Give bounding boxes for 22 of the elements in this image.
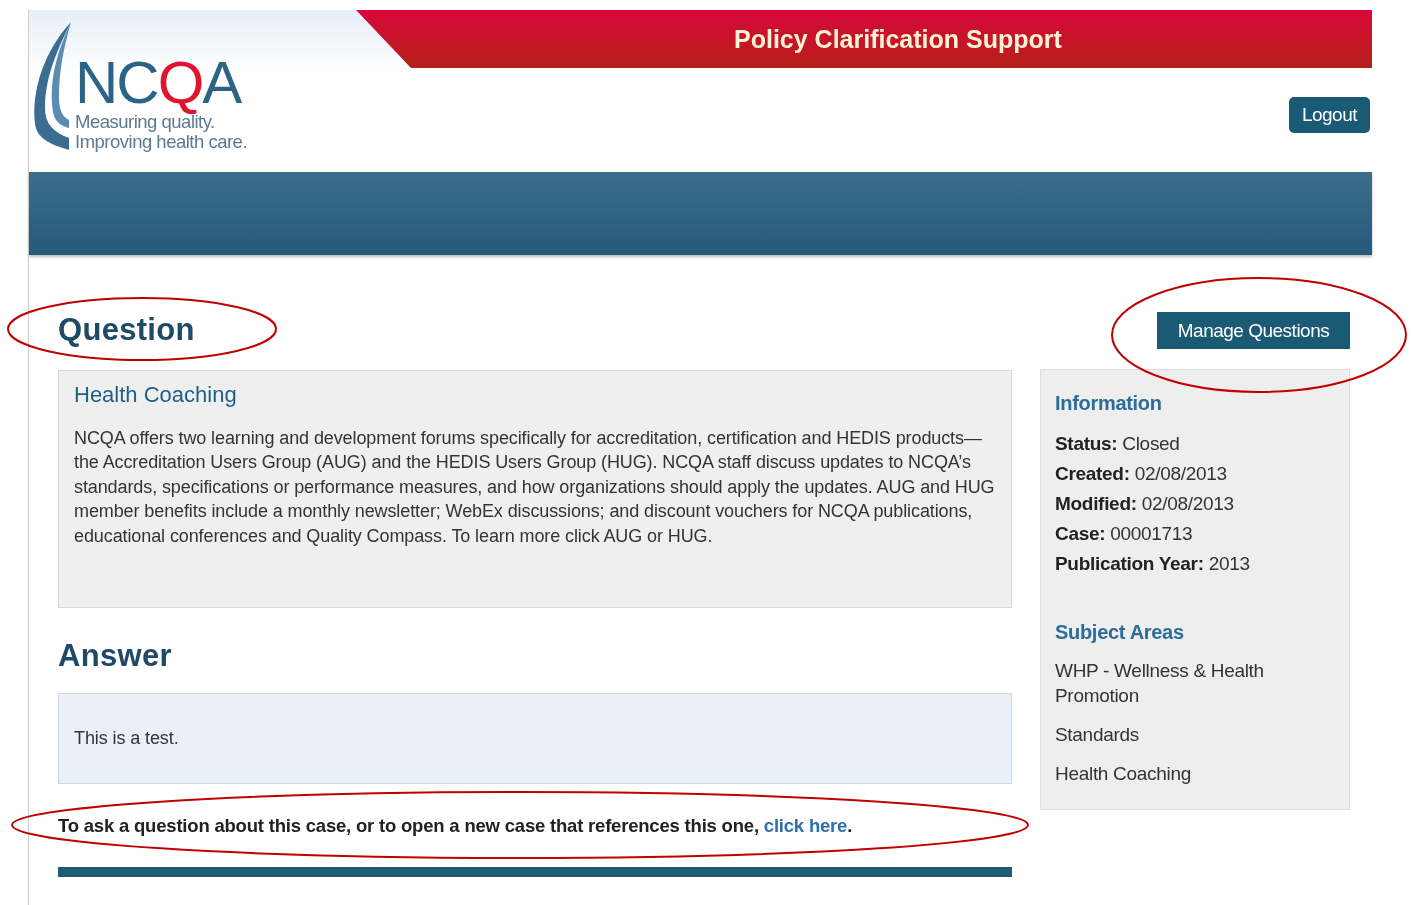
subject-area: Health Coaching bbox=[1055, 761, 1295, 786]
click-here-link[interactable]: click here bbox=[763, 815, 848, 836]
panel-heading: Information bbox=[1055, 392, 1163, 415]
subject-area: Standards bbox=[1055, 722, 1295, 747]
section-heading: Answer bbox=[58, 638, 172, 675]
info-field: Status: Closed bbox=[1055, 429, 1335, 459]
subject-area: WHP - Wellness & Health Promotion bbox=[1055, 658, 1295, 708]
follow-up-note: To ask a question about this case, or to open a new case that references this one, click here. bbox=[58, 815, 854, 837]
answer-text: This is a test. bbox=[74, 727, 179, 751]
logout-button[interactable]: Logout bbox=[1288, 97, 1370, 133]
info-field: Modified: 02/08/2013 bbox=[1055, 489, 1335, 519]
site-title: Policy Clarification Support bbox=[734, 24, 1062, 54]
info-field: Case: 00001713 bbox=[1055, 519, 1335, 549]
info-field: Publication Year: 2013 bbox=[1055, 549, 1335, 579]
question-text: NCQA offers two learning and development forums specifically for accreditation, certification and HEDIS products—the Accreditation Users Group (AUG) and the HEDIS Users Group (HUG). NCQA staff discuss updates to NCQA’s standards, specifications or performance measures, and how organizations should apply the updates. AUG and HUG member benefits include a monthly newsletter; WebEx discussions; and discount vouchers for NCQA publications, educational conferences and Quality Compass. To learn more click AUG or HUG. bbox=[74, 427, 996, 548]
section-heading: Question bbox=[58, 312, 195, 349]
info-field: Created: 02/08/2013 bbox=[1055, 459, 1335, 489]
swoosh-icon bbox=[31, 20, 73, 152]
manage-questions-button[interactable]: Manage Questions bbox=[1157, 312, 1350, 349]
logo-tagline: Improving health care. bbox=[75, 132, 248, 152]
question-title: Health Coaching bbox=[74, 382, 238, 408]
panel-heading: Subject Areas bbox=[1055, 621, 1185, 644]
